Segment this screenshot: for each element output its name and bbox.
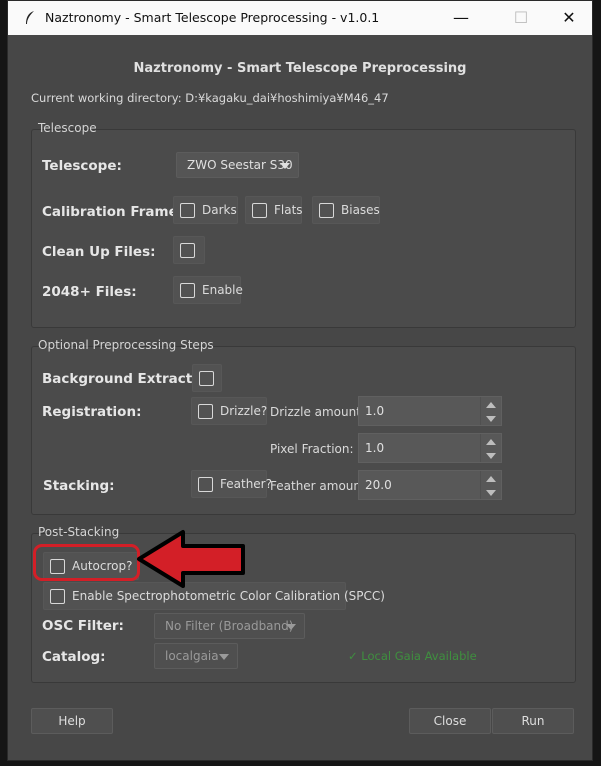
osc-filter-label: OSC Filter: (42, 618, 124, 634)
files-2048-label: 2048+ Files: (42, 284, 137, 300)
close-window-button[interactable]: ✕ (556, 6, 582, 30)
checkbox-box (252, 203, 267, 218)
checkbox-box (198, 477, 213, 492)
checkbox-box (198, 404, 213, 419)
stacking-label: Stacking: (43, 478, 115, 494)
title-bar: Naztronomy - Smart Telescope Preprocessi… (8, 1, 592, 35)
checkbox-box (319, 203, 334, 218)
feather-label: Feather? (220, 477, 272, 491)
spin-down-icon[interactable] (486, 490, 496, 496)
feather-checkbox[interactable]: Feather? (191, 470, 272, 498)
telescope-select[interactable]: ZWO Seestar S30 (176, 152, 299, 178)
minimize-button[interactable]: — (448, 6, 474, 30)
checkbox-box (199, 371, 214, 386)
maximize-button[interactable]: ☐ (508, 6, 534, 30)
working-directory: Current working directory: D:¥kagaku_dai… (31, 91, 389, 105)
gaia-status: ✓ Local Gaia Available (348, 649, 477, 663)
drizzle-label: Drizzle? (220, 404, 268, 418)
spin-divider (480, 471, 481, 499)
registration-label: Registration: (42, 404, 142, 420)
checkbox-box (180, 243, 195, 258)
spin-divider (480, 397, 481, 425)
close-button[interactable]: Close (409, 708, 491, 734)
feather-app-icon (26, 11, 34, 24)
checkbox-box (180, 283, 195, 298)
flats-label: Flats (274, 203, 303, 217)
osc-filter-value: No Filter (Broadband) (165, 619, 294, 633)
feather-amount-value: 20.0 (365, 478, 392, 492)
drizzle-checkbox[interactable]: Drizzle? (191, 397, 267, 425)
checkbox-box (180, 203, 195, 218)
help-button[interactable]: Help (31, 708, 113, 734)
run-button[interactable]: Run (492, 708, 574, 734)
drizzle-amount-value: 1.0 (365, 404, 385, 418)
optional-steps-group-title: Optional Preprocessing Steps (38, 338, 214, 352)
clean-up-files-checkbox[interactable] (173, 236, 205, 264)
pixel-fraction-spinbox[interactable]: 1.0 (358, 433, 502, 463)
enable-label: Enable (202, 283, 243, 297)
biases-checkbox[interactable]: Biases (312, 196, 380, 224)
enable-2048-checkbox[interactable]: Enable (173, 276, 243, 304)
osc-filter-select[interactable]: No Filter (Broadband) (154, 613, 305, 639)
feather-amount-spinbox[interactable]: 20.0 (358, 470, 502, 500)
catalog-select[interactable]: localgaia (154, 643, 238, 669)
spin-up-icon[interactable] (486, 439, 496, 445)
calibration-frames-label: Calibration Frames: (42, 204, 192, 220)
spin-up-icon[interactable] (486, 402, 496, 408)
chevron-down-icon (280, 163, 290, 169)
autocrop-highlight-box (33, 544, 140, 581)
flats-checkbox[interactable]: Flats (245, 196, 303, 224)
clean-up-files-label: Clean Up Files: (42, 244, 156, 260)
catalog-value: localgaia (165, 649, 219, 663)
catalog-label: Catalog: (42, 649, 106, 665)
darks-checkbox[interactable]: Darks (173, 196, 238, 224)
spin-down-icon[interactable] (486, 416, 496, 422)
drizzle-amount-spinbox[interactable]: 1.0 (358, 396, 502, 426)
telescope-label: Telescope: (42, 158, 122, 174)
telescope-select-value: ZWO Seestar S30 (187, 158, 293, 172)
chevron-down-icon (219, 654, 229, 660)
telescope-group-title: Telescope (38, 121, 97, 135)
spin-down-icon[interactable] (486, 453, 496, 459)
chevron-down-icon (286, 624, 296, 630)
feather-amount-label: Feather amount: (270, 479, 370, 493)
darks-label: Darks (202, 203, 237, 217)
biases-label: Biases (341, 203, 380, 217)
window-title: Naztronomy - Smart Telescope Preprocessi… (45, 10, 380, 25)
spin-divider (480, 434, 481, 462)
post-stacking-group-title: Post-Stacking (38, 525, 120, 539)
pixel-fraction-value: 1.0 (365, 441, 385, 455)
spin-up-icon[interactable] (486, 476, 496, 482)
app-window: Naztronomy - Smart Telescope Preprocessi… (7, 0, 593, 761)
app-heading: Naztronomy - Smart Telescope Preprocessi… (133, 61, 467, 76)
red-arrow-icon (137, 530, 245, 588)
pixel-fraction-label: Pixel Fraction: (270, 442, 354, 456)
drizzle-amount-label: Drizzle amount: (270, 405, 365, 419)
background-extraction-checkbox[interactable] (192, 364, 222, 392)
spcc-label: Enable Spectrophotometric Color Calibrat… (72, 589, 385, 603)
checkbox-box (50, 589, 65, 604)
